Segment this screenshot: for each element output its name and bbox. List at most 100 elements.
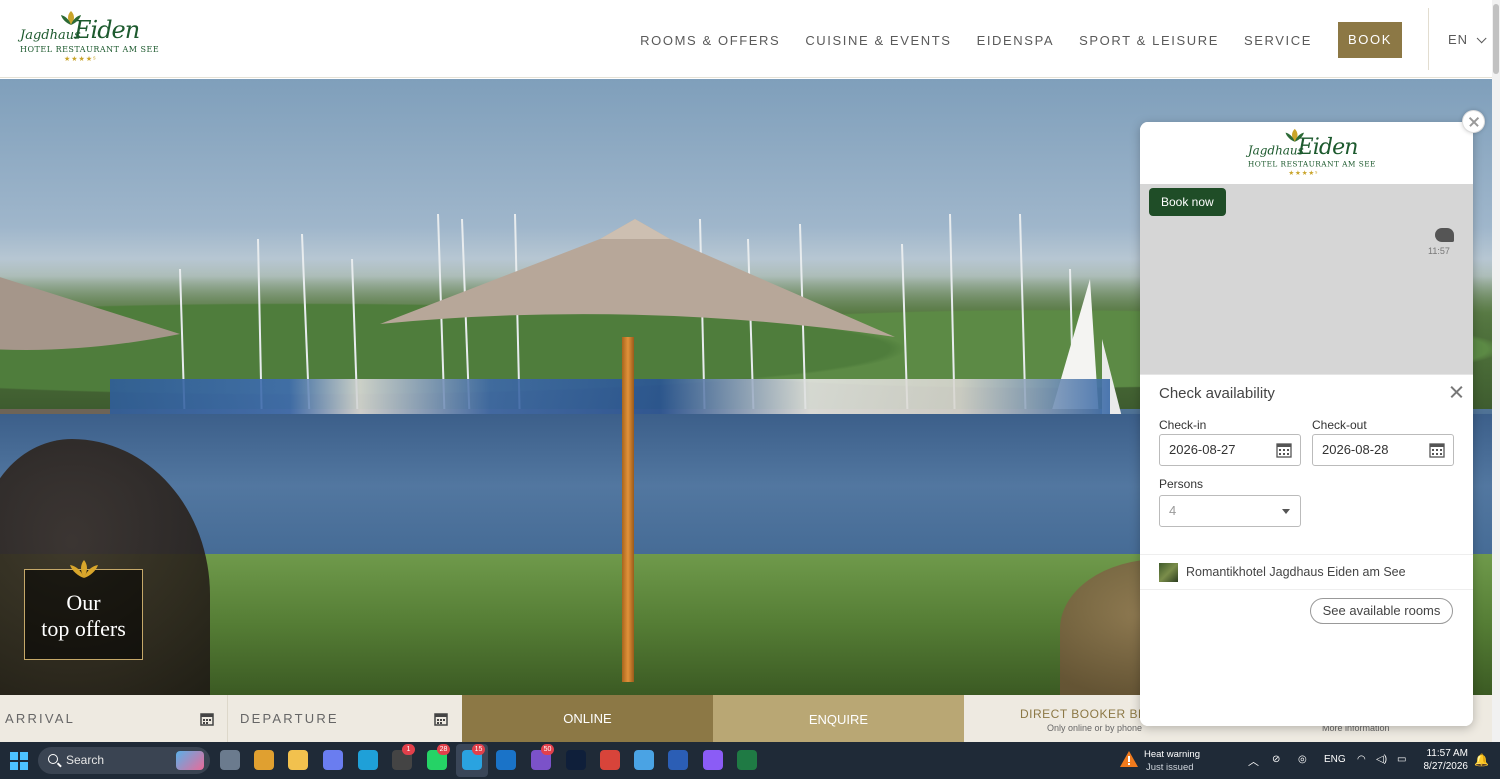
top-offers-card[interactable]: Our top offers bbox=[24, 560, 143, 660]
checkout-label: Check-out bbox=[1312, 418, 1367, 432]
main-nav: ROOMS & OFFERS CUISINE & EVENTS EIDENSPA… bbox=[615, 22, 1402, 58]
book-button[interactable]: BOOK bbox=[1338, 22, 1402, 58]
site-logo[interactable]: Jagdhaus Eiden HOTEL RESTAURANT AM SEE ★… bbox=[18, 10, 159, 66]
persons-value: 4 bbox=[1169, 503, 1177, 518]
weather-title: Heat warning bbox=[1144, 749, 1200, 760]
app-dark-icon[interactable]: 1 bbox=[392, 744, 415, 770]
scrollbar-thumb[interactable] bbox=[1493, 4, 1499, 74]
notification-badge: 50 bbox=[541, 744, 554, 755]
notepad-icon[interactable] bbox=[634, 750, 654, 770]
search-highlight-icon bbox=[176, 751, 204, 770]
close-icon[interactable] bbox=[1449, 384, 1465, 400]
nav-service[interactable]: SERVICE bbox=[1244, 33, 1312, 48]
chevron-down-icon bbox=[1476, 33, 1487, 44]
input-language[interactable]: ENG bbox=[1324, 754, 1346, 765]
direct-booker-benefits-link[interactable]: DIRECT BOOKER BEN bbox=[1020, 707, 1156, 721]
taskbar-clock[interactable]: 11:57 AM 8/27/2026 bbox=[1422, 747, 1469, 773]
chat-bubble-icon bbox=[1435, 228, 1454, 242]
telegram-icon[interactable]: 15 bbox=[462, 744, 485, 770]
persons-select[interactable]: 4 bbox=[1159, 495, 1301, 527]
tray-bluetooth-off-icon[interactable]: ⊘ bbox=[1272, 754, 1280, 765]
flower-emblem-icon bbox=[70, 560, 98, 578]
clock-date: 8/27/2026 bbox=[1423, 761, 1469, 772]
logo-text-eiden: Eiden bbox=[1297, 133, 1359, 160]
pdf-app-icon[interactable] bbox=[600, 750, 620, 770]
wifi-icon[interactable]: ◠ bbox=[1357, 754, 1366, 765]
windows-start-icon[interactable] bbox=[10, 752, 28, 770]
enquire-button[interactable]: ENQUIRE bbox=[713, 695, 964, 742]
hero-umbrella bbox=[380, 219, 895, 337]
checkin-value: 2026-08-27 bbox=[1169, 442, 1236, 457]
arrival-label: ARRIVAL bbox=[5, 711, 76, 726]
checkin-input[interactable]: 2026-08-27 bbox=[1159, 434, 1301, 466]
page-scrollbar[interactable] bbox=[1492, 0, 1500, 742]
page: Jagdhaus Eiden HOTEL RESTAURANT AM SEE ★… bbox=[0, 0, 1500, 779]
tray-chevron-up-icon[interactable]: ︿ bbox=[1248, 753, 1259, 769]
chat-area: Book now 11:57 bbox=[1140, 184, 1473, 374]
direct-booker-subtext: Only online or by phone bbox=[1047, 723, 1143, 733]
tray-app-icon[interactable]: ◎ bbox=[1298, 754, 1307, 765]
edge-icon[interactable] bbox=[358, 750, 378, 770]
notifications-icon[interactable]: 🔔 bbox=[1474, 753, 1489, 767]
hero-umbrella-left bbox=[0, 277, 180, 350]
top-offers-line2: top offers bbox=[41, 616, 126, 641]
widget-logo: Jagdhaus Eiden HOTEL RESTAURANT AM SEE ★… bbox=[1246, 128, 1375, 180]
excel-icon[interactable] bbox=[737, 750, 757, 770]
persons-label: Persons bbox=[1159, 477, 1204, 491]
notification-badge: 28 bbox=[437, 744, 450, 755]
calendar-icon[interactable] bbox=[1276, 442, 1292, 458]
logo-subtitle: HOTEL RESTAURANT AM SEE bbox=[20, 45, 160, 54]
volume-icon[interactable]: ◁) bbox=[1376, 754, 1387, 765]
taskbar-search-label: Search bbox=[66, 753, 105, 767]
calendar-icon bbox=[434, 713, 448, 726]
chrome-icon[interactable] bbox=[254, 750, 274, 770]
copilot-icon[interactable] bbox=[323, 750, 343, 770]
widget-close-button[interactable] bbox=[1462, 110, 1485, 133]
outlook-icon[interactable] bbox=[496, 750, 516, 770]
hero-umbrella-pole bbox=[622, 337, 634, 682]
whatsapp-icon[interactable]: 28 bbox=[427, 744, 450, 770]
calendar-icon[interactable] bbox=[1429, 442, 1445, 458]
hotel-name: Romantikhotel Jagdhaus Eiden am See bbox=[1186, 565, 1406, 579]
language-selector[interactable]: EN bbox=[1448, 32, 1487, 47]
hotel-row[interactable]: Romantikhotel Jagdhaus Eiden am See bbox=[1140, 554, 1473, 590]
logo-text-jagdhaus: Jagdhaus bbox=[20, 28, 81, 43]
notification-badge: 15 bbox=[472, 744, 485, 755]
logo-text-jagdhaus: Jagdhaus bbox=[1247, 144, 1304, 159]
dropdown-arrow-icon bbox=[1282, 509, 1290, 514]
calendar-icon bbox=[200, 713, 214, 726]
arrival-field[interactable]: ARRIVAL bbox=[0, 695, 228, 742]
checkout-value: 2026-08-28 bbox=[1322, 442, 1389, 457]
app-purple-icon[interactable] bbox=[703, 750, 723, 770]
taskbar-search[interactable]: Search bbox=[38, 747, 210, 774]
hotel-thumbnail bbox=[1159, 563, 1178, 582]
weather-subtitle: Just issued bbox=[1146, 762, 1194, 773]
nav-rooms-offers[interactable]: ROOMS & OFFERS bbox=[640, 33, 780, 48]
notification-badge: 1 bbox=[402, 744, 415, 755]
online-button[interactable]: ONLINE bbox=[462, 695, 713, 742]
see-available-rooms-button[interactable]: See available rooms bbox=[1310, 598, 1453, 624]
nav-sport-leisure[interactable]: SPORT & LEISURE bbox=[1079, 33, 1219, 48]
hero-boats bbox=[110, 379, 1110, 419]
chat-timestamp: 11:57 bbox=[1428, 246, 1450, 256]
search-icon bbox=[48, 754, 58, 764]
nav-eidenspa[interactable]: EIDENSPA bbox=[977, 33, 1055, 48]
battery-icon[interactable]: ▭ bbox=[1397, 754, 1406, 765]
word-icon[interactable] bbox=[668, 750, 688, 770]
departure-label: DEPARTURE bbox=[240, 711, 339, 726]
nav-cuisine-events[interactable]: CUISINE & EVENTS bbox=[805, 33, 951, 48]
task-view-icon[interactable] bbox=[220, 750, 240, 770]
viber-icon[interactable]: 50 bbox=[531, 744, 554, 770]
file-explorer-icon[interactable] bbox=[288, 750, 308, 770]
book-now-button[interactable]: Book now bbox=[1149, 188, 1226, 216]
site-header: Jagdhaus Eiden HOTEL RESTAURANT AM SEE ★… bbox=[0, 0, 1500, 78]
windows-taskbar: Search 1 28 15 50 Heat warning Just issued … bbox=[0, 742, 1500, 779]
clock-time: 11:57 AM bbox=[1426, 748, 1468, 759]
checkin-label: Check-in bbox=[1159, 418, 1207, 432]
logo-stars: ★★★★ˢ bbox=[1288, 170, 1319, 177]
widget-header: Jagdhaus Eiden HOTEL RESTAURANT AM SEE ★… bbox=[1140, 122, 1473, 184]
departure-field[interactable]: DEPARTURE bbox=[228, 695, 462, 742]
top-offers-line1: Our bbox=[66, 590, 101, 615]
photoshop-icon[interactable] bbox=[566, 750, 586, 770]
checkout-input[interactable]: 2026-08-28 bbox=[1312, 434, 1454, 466]
